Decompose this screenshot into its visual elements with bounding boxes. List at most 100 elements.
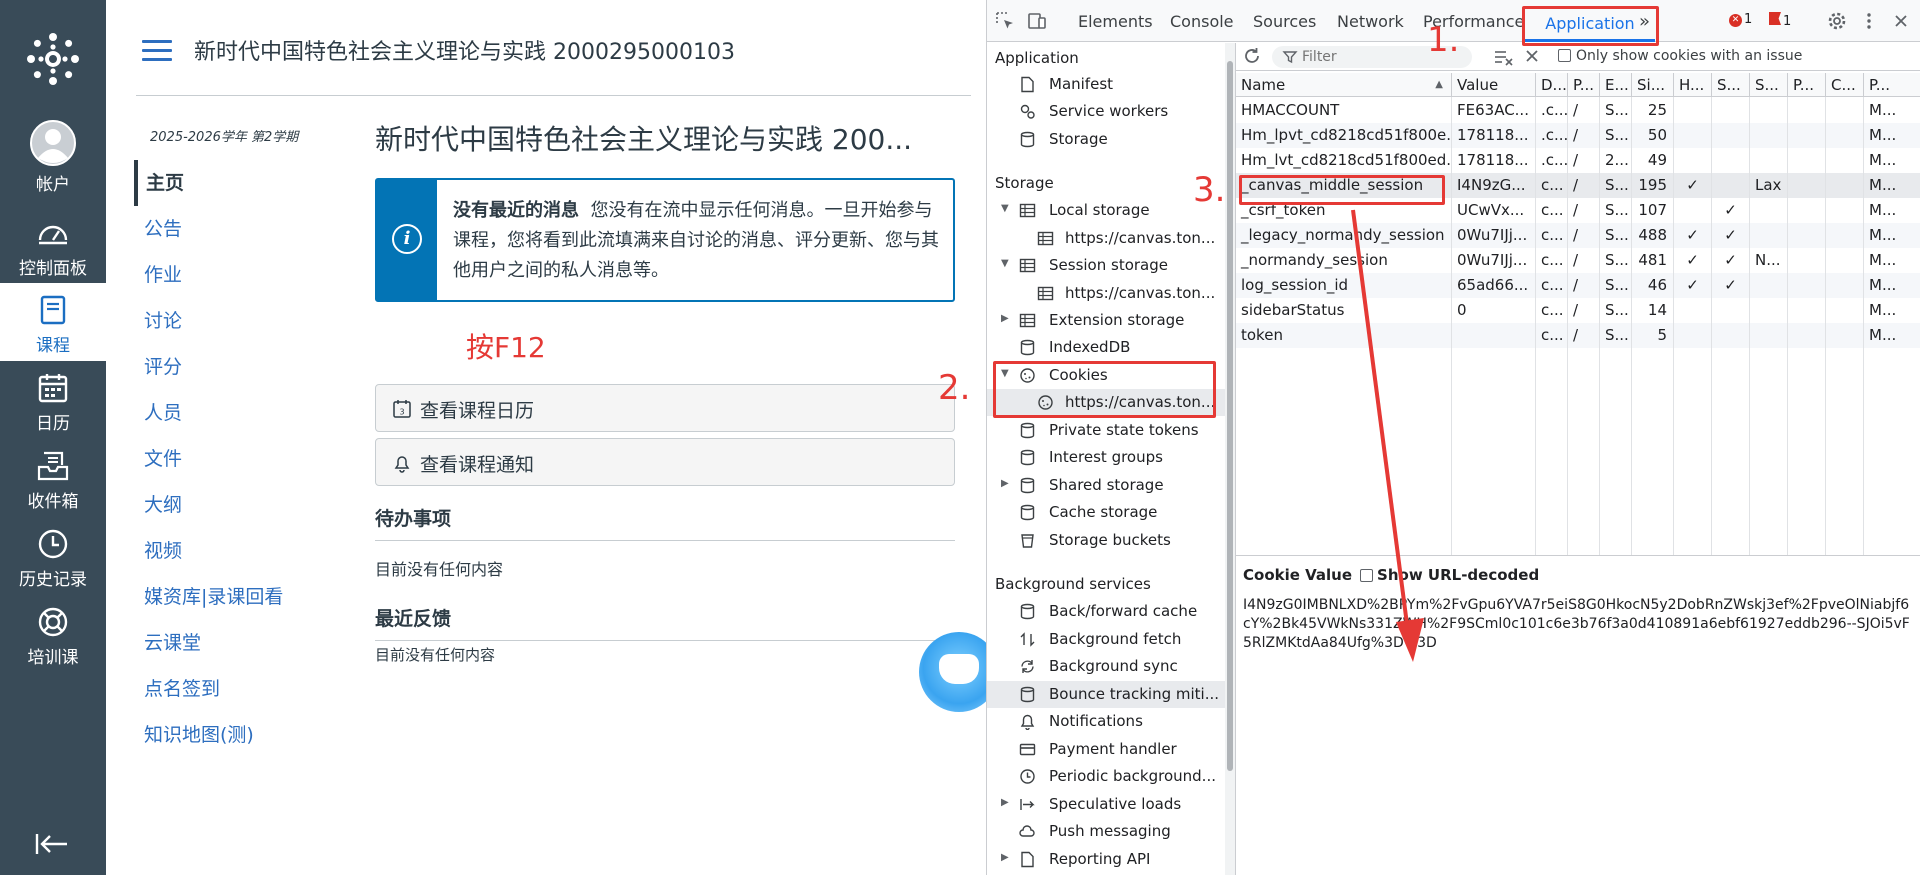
device-toolbar-icon[interactable]	[1027, 11, 1047, 31]
tree-item-cache-storage[interactable]: Cache storage	[987, 499, 1225, 526]
course-nav-discussions[interactable]: 讨论	[134, 298, 334, 344]
issues-badge[interactable]: 1	[1769, 12, 1791, 29]
global-nav-courses[interactable]: 课程	[0, 283, 106, 361]
column-header-size[interactable]: Si...	[1632, 73, 1674, 97]
tree-item-local-storage[interactable]: ▼ Local storage	[987, 197, 1225, 224]
column-header-httponly[interactable]: H...	[1674, 73, 1712, 97]
tree-item-reporting-api[interactable]: ▶ Reporting API	[987, 846, 1225, 873]
global-nav-training[interactable]: 培训课	[0, 595, 106, 673]
expand-arrow-icon[interactable]: ▼	[1001, 203, 1009, 214]
column-header-cross-site[interactable]: C...	[1826, 73, 1864, 97]
expand-arrow-icon[interactable]: ▶	[1001, 852, 1009, 863]
tree-item-push-messaging[interactable]: Push messaging	[987, 818, 1225, 845]
tree-item-notifications[interactable]: Notifications	[987, 708, 1225, 735]
column-header-expires[interactable]: E...	[1600, 73, 1632, 97]
course-nav-assignments[interactable]: 作业	[134, 252, 334, 298]
tab-console[interactable]: Console	[1170, 12, 1234, 31]
course-nav-files[interactable]: 文件	[134, 436, 334, 482]
tree-item-session-storage[interactable]: ▼ Session storage	[987, 252, 1225, 279]
tree-item-interest-groups[interactable]: Interest groups	[987, 444, 1225, 471]
course-nav-people[interactable]: 人员	[134, 390, 334, 436]
column-header-value[interactable]: Value	[1452, 73, 1536, 97]
sidebar-scrollbar[interactable]	[1225, 43, 1235, 875]
tree-item-session-origin[interactable]: https://canvas.ton...	[987, 280, 1225, 307]
column-header-name[interactable]: Name ▲	[1236, 73, 1452, 97]
tree-item-periodic-background[interactable]: Periodic background...	[987, 763, 1225, 790]
tab-sources[interactable]: Sources	[1253, 12, 1316, 31]
global-nav-account[interactable]: 帐户	[0, 118, 106, 196]
course-nav-attendance[interactable]: 点名签到	[134, 666, 334, 712]
tree-item-local-origin[interactable]: https://canvas.ton...	[987, 225, 1225, 252]
tree-item-indexeddb[interactable]: IndexedDB	[987, 334, 1225, 361]
only-issue-checkbox[interactable]: Only show cookies with an issue	[1558, 48, 1802, 64]
tree-item-speculative-loads[interactable]: ▶ Speculative loads	[987, 791, 1225, 818]
errors-badge[interactable]: ✕ 1	[1729, 12, 1752, 27]
course-nav-knowledge-map[interactable]: 知识地图(测)	[134, 712, 334, 758]
course-nav-home[interactable]: 主页	[134, 160, 334, 206]
global-nav-history[interactable]: 历史记录	[0, 517, 106, 595]
tree-item-storage-buckets[interactable]: Storage buckets	[987, 527, 1225, 554]
collapse-nav-icon[interactable]	[34, 832, 70, 856]
course-nav-syllabus[interactable]: 大纲	[134, 482, 334, 528]
cookie-value-text[interactable]: I4N9zG0IMBNLXD%2BPYm%2FvGpu6YVA7r5eiS8G0…	[1243, 596, 1913, 653]
column-header-samesite[interactable]: S...	[1750, 73, 1788, 97]
tab-elements[interactable]: Elements	[1078, 12, 1153, 31]
column-header-secure[interactable]: S...	[1712, 73, 1750, 97]
canvas-logo-icon[interactable]	[26, 32, 80, 86]
view-course-notifications-button[interactable]: 查看课程通知	[375, 438, 955, 486]
tree-item-bounce-tracking[interactable]: Bounce tracking miti...	[987, 681, 1225, 708]
inspect-element-icon[interactable]	[995, 11, 1015, 31]
tree-item-extension-storage[interactable]: ▶ Extension storage	[987, 307, 1225, 334]
global-nav-inbox[interactable]: 收件箱	[0, 439, 106, 517]
course-nav-announcements[interactable]: 公告	[134, 206, 334, 252]
cookie-row[interactable]: token c... / S... 5 M...	[1236, 323, 1920, 348]
tree-item-background-sync[interactable]: Background sync	[987, 653, 1225, 680]
settings-gear-icon[interactable]	[1827, 11, 1847, 31]
tree-item-manifest[interactable]: Manifest	[987, 71, 1225, 98]
kebab-menu-icon[interactable]	[1859, 11, 1879, 31]
cookie-row[interactable]: _normandy_session 0Wu7IJj... c... / S... 481 ✓…	[1236, 248, 1920, 273]
delete-selected-icon[interactable]	[1523, 47, 1541, 65]
expand-arrow-icon[interactable]: ▼	[1001, 258, 1009, 269]
tree-item-payment-handler[interactable]: Payment handler	[987, 736, 1225, 763]
course-nav-videos[interactable]: 视频	[134, 528, 334, 574]
hamburger-menu-icon[interactable]	[142, 40, 172, 62]
course-nav-grades[interactable]: 评分	[134, 344, 334, 390]
cookie-row[interactable]: _legacy_normandy_session 0Wu7IJj... c... / S…	[1236, 223, 1920, 248]
tab-network[interactable]: Network	[1337, 12, 1404, 31]
cookie-value-splitter[interactable]	[1236, 555, 1920, 556]
scrollbar-thumb[interactable]	[1227, 61, 1233, 771]
refresh-icon[interactable]	[1242, 46, 1262, 66]
expand-arrow-icon[interactable]: ▶	[1001, 797, 1009, 808]
cell-path: /	[1568, 198, 1600, 223]
global-nav-dashboard[interactable]: 控制面板	[0, 206, 106, 284]
cell-priority: M...	[1864, 223, 1920, 248]
close-devtools-icon[interactable]	[1891, 11, 1911, 31]
view-course-calendar-button[interactable]: 3 查看课程日历	[375, 384, 955, 432]
cookie-row[interactable]: log_session_id 65ad66... c... / S... 46 ✓ ✓ M...	[1236, 273, 1920, 298]
column-header-partition-key[interactable]: P...	[1788, 73, 1826, 97]
cookie-row[interactable]: sidebarStatus 0 c... / S... 14 M...	[1236, 298, 1920, 323]
cookie-row[interactable]: HMACCOUNT FE63AC... .c... / S... 25 M...	[1236, 98, 1920, 123]
breadcrumb[interactable]: 新时代中国特色社会主义理论与实践 2000295000103	[194, 34, 735, 66]
expand-arrow-icon[interactable]: ▶	[1001, 478, 1009, 489]
course-nav-media-library[interactable]: 媒资库|录课回看	[134, 574, 334, 620]
show-url-decoded-checkbox[interactable]	[1360, 569, 1374, 582]
global-nav-calendar[interactable]: 日历	[0, 361, 106, 439]
tree-item-background-fetch[interactable]: Background fetch	[987, 626, 1225, 653]
cookie-value-label: Cookie Value	[1243, 566, 1353, 584]
column-header-priority[interactable]: P...	[1864, 73, 1920, 97]
checkbox-box[interactable]	[1558, 49, 1571, 62]
column-header-path[interactable]: P...	[1568, 73, 1600, 97]
tree-item-storage[interactable]: Storage	[987, 126, 1225, 153]
cookie-row[interactable]: Hm_lpvt_cd8218cd51f800e... 178118... .c...…	[1236, 123, 1920, 148]
tree-item-service-workers[interactable]: Service workers	[987, 98, 1225, 125]
tree-item-back-forward-cache[interactable]: Back/forward cache	[987, 598, 1225, 625]
tree-item-private-state-tokens[interactable]: Private state tokens	[987, 417, 1225, 444]
cookie-row[interactable]: Hm_lvt_cd8218cd51f800ed... 178118... .c...…	[1236, 148, 1920, 173]
clear-all-cookies-icon[interactable]	[1494, 48, 1514, 66]
column-header-domain[interactable]: D...	[1536, 73, 1568, 97]
expand-arrow-icon[interactable]: ▶	[1001, 313, 1009, 324]
tree-item-shared-storage[interactable]: ▶ Shared storage	[987, 472, 1225, 499]
course-nav-cloud-class[interactable]: 云课堂	[134, 620, 334, 666]
